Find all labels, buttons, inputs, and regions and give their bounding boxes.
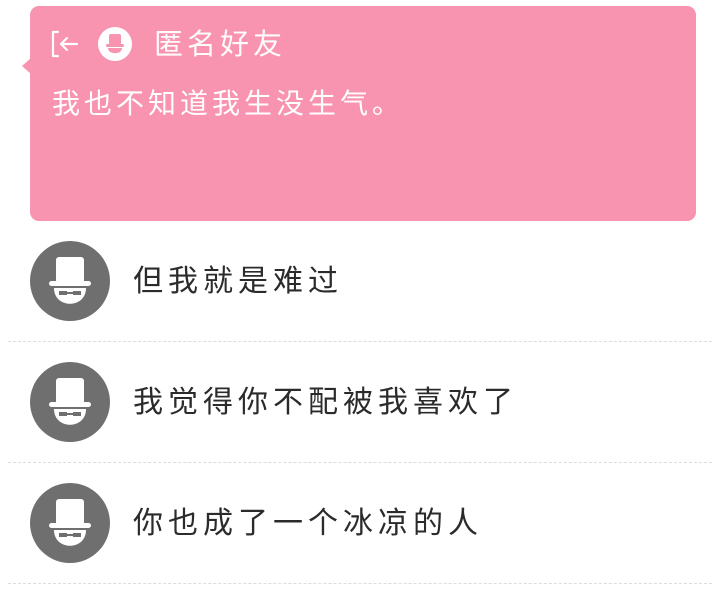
notification-message: 我也不知道我生没生气。 [52, 87, 405, 120]
list-item[interactable]: 你也成了一个冰凉的人 [0, 463, 720, 584]
message-text: 你也成了一个冰凉的人 [133, 506, 483, 541]
message-text: 但我就是难过 [133, 264, 343, 299]
divider [8, 583, 712, 584]
message-list: 但我就是难过 我觉得你不配被我喜欢了 你也成了一个冰凉的人 [0, 221, 720, 584]
message-text: 我觉得你不配被我喜欢了 [133, 385, 518, 420]
anonymous-mask-icon [30, 241, 110, 321]
sender-name: 匿名好友 [154, 27, 287, 61]
list-item[interactable]: 我觉得你不配被我喜欢了 [0, 342, 720, 463]
anonymous-mask-icon [30, 483, 110, 563]
anonymous-mask-icon [98, 27, 132, 61]
list-item[interactable]: 但我就是难过 [0, 221, 720, 342]
anonymous-mask-icon [30, 362, 110, 442]
anonymous-messages-screen: 匿名好友 我也不知道我生没生气。 但我就是难过 我觉得你不配被我喜欢了 你也成了… [0, 0, 720, 589]
notification-bubble[interactable]: 匿名好友 我也不知道我生没生气。 [30, 6, 696, 221]
back-arrow-icon[interactable] [48, 27, 82, 61]
bubble-header: 匿名好友 [48, 26, 286, 62]
